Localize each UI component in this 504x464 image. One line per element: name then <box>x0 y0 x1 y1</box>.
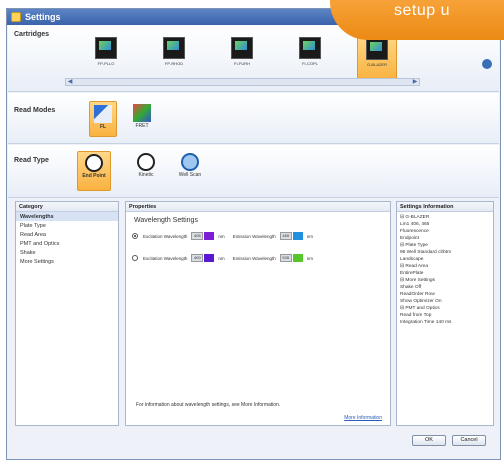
read-type-item-label: Well Scan <box>178 172 202 178</box>
read-type-item-label: End Point <box>82 173 106 179</box>
read-modes-label: Read Modes <box>14 107 56 114</box>
emission-value[interactable]: 465 <box>279 232 292 240</box>
setup-banner: setup u <box>330 0 504 40</box>
settings-info-line: Endpoint <box>400 236 419 241</box>
settings-info-line: ⊟ More Settings <box>400 278 435 283</box>
read-type-label: Read Type <box>14 157 49 164</box>
category-header: Category <box>16 202 118 212</box>
settings-information-panel: Settings Information ⊟ G-BLAZER Lm1 406,… <box>396 201 494 426</box>
cartridge-name: G-BLAZER <box>366 62 387 67</box>
help-icon[interactable] <box>482 59 492 69</box>
excitation-value[interactable]: 405 <box>191 232 204 240</box>
excitation-color-swatch <box>204 232 215 240</box>
cancel-button[interactable]: Cancel <box>452 435 486 446</box>
emission-unit: nm <box>306 255 313 261</box>
settings-info-line: Fluorescence <box>400 229 429 234</box>
settings-info-line: Integration Time 140 ms <box>400 320 452 325</box>
settings-info-line: Show Optimizer On <box>400 299 442 304</box>
settings-icon <box>11 12 21 22</box>
cartridge-name: FP-RHOD <box>164 61 184 66</box>
category-panel: Category Wavelengths Plate Type Read Area P… <box>15 201 119 426</box>
wavelength-settings-title: Wavelength Settings <box>134 217 198 224</box>
read-type-item-label: Kinetic <box>138 172 154 178</box>
category-item[interactable]: More Settings <box>16 257 118 266</box>
read-type-well-scan[interactable]: Well Scan <box>173 151 207 189</box>
excitation-color-swatch <box>204 254 215 262</box>
more-information-link[interactable]: More Information <box>344 415 382 421</box>
read-mode-fret[interactable]: FRET <box>129 101 155 135</box>
cartridges-scrollbar[interactable]: ◀ ▶ <box>65 78 420 86</box>
cartridge-icon <box>366 38 388 60</box>
read-mode-fl[interactable]: FL <box>89 101 117 137</box>
window-title: Settings <box>25 12 61 22</box>
settings-info-line: ReadOrder Row <box>400 292 435 297</box>
settings-info-line: Landscape <box>400 257 424 262</box>
excitation-unit: nm <box>218 255 225 261</box>
category-item[interactable]: Shake <box>16 248 118 257</box>
settings-info-line: Read from Top <box>400 313 432 318</box>
cartridge-icon <box>299 37 321 59</box>
read-mode-label: FRET <box>135 123 149 129</box>
cartridge-icon <box>95 37 117 59</box>
cartridge-fi-furh[interactable]: FI-FURH <box>223 33 261 79</box>
settings-info-line: Shake Off <box>400 285 422 290</box>
well-scan-icon <box>181 153 199 171</box>
properties-header: Properties <box>126 202 390 212</box>
cartridge-fp-pllo[interactable]: FP-PLLO <box>87 33 125 79</box>
excitation-value[interactable]: 400 <box>191 254 204 262</box>
fret-icon <box>133 104 151 122</box>
fl-icon <box>94 105 112 123</box>
settings-info-line: ⊟ Read Area <box>400 264 429 269</box>
cartridge-name: FI-COPL <box>302 61 318 66</box>
cartridges-label: Cartridges <box>14 31 50 38</box>
properties-panel: Properties Wavelength Settings Excitatio… <box>125 201 391 426</box>
cartridge-name: FI-FURH <box>234 61 250 66</box>
cartridge-name: FP-PLLO <box>97 61 115 66</box>
settings-window: Settings Cartridges FP-PLLO FP-RHOD FI-F… <box>6 8 501 460</box>
settings-info-line: EntirePlate <box>400 271 424 276</box>
emission-value[interactable]: 535 <box>279 254 292 262</box>
cartridge-g-blazer[interactable]: G-BLAZER <box>357 33 397 81</box>
wavelength-radio[interactable] <box>132 255 138 261</box>
excitation-label: Excitation Wavelength <box>143 255 188 261</box>
scroll-right-icon[interactable]: ▶ <box>411 79 419 85</box>
settings-info-line: ⊟ Plate Type <box>400 243 428 248</box>
wavelength-row: Excitation Wavelength 405 nm Emission Wa… <box>132 230 313 242</box>
category-item[interactable]: PMT and Optics <box>16 239 118 248</box>
end-point-icon <box>85 154 103 172</box>
wavelength-row: Excitation Wavelength 400 nm Emission Wa… <box>132 252 313 264</box>
clock-icon <box>137 153 155 171</box>
emission-unit: nm <box>306 233 313 239</box>
cartridge-icon <box>231 37 253 59</box>
settings-info-line: Lm1 406, 465 <box>400 222 430 227</box>
scroll-left-icon[interactable]: ◀ <box>66 79 74 85</box>
category-item[interactable]: Plate Type <box>16 221 118 230</box>
emission-color-swatch <box>292 232 303 240</box>
wavelength-info-text: For information about wavelength setting… <box>136 402 281 408</box>
read-modes-section: Read Modes <box>8 93 499 144</box>
settings-info-line: 96 Well Standard clrbtm <box>400 250 452 255</box>
wavelength-radio[interactable] <box>132 233 138 239</box>
read-type-kinetic[interactable]: Kinetic <box>131 151 161 189</box>
cartridge-fp-rhod[interactable]: FP-RHOD <box>155 33 193 79</box>
excitation-label: Excitation Wavelength <box>143 233 188 239</box>
cartridge-icon <box>163 37 185 59</box>
read-mode-label: FL <box>99 124 107 130</box>
category-item[interactable]: Read Area <box>16 230 118 239</box>
settings-information-header: Settings Information <box>397 202 493 212</box>
settings-info-line: ⊟ PMT and Optics <box>400 306 440 311</box>
emission-label: Emission Wavelength <box>232 255 276 261</box>
emission-label: Emission Wavelength <box>232 233 276 239</box>
category-item[interactable]: Wavelengths <box>16 212 118 221</box>
excitation-unit: nm <box>218 233 225 239</box>
cartridge-fi-copl[interactable]: FI-COPL <box>291 33 329 79</box>
settings-information-tree: ⊟ G-BLAZER Lm1 406, 465 Fluorescence End… <box>397 212 493 326</box>
ok-button[interactable]: OK <box>412 435 446 446</box>
emission-color-swatch <box>292 254 303 262</box>
category-list: Wavelengths Plate Type Read Area PMT and Op… <box>16 212 118 266</box>
settings-info-line: ⊟ G-BLAZER <box>400 215 430 220</box>
read-type-end-point[interactable]: End Point <box>77 151 111 191</box>
